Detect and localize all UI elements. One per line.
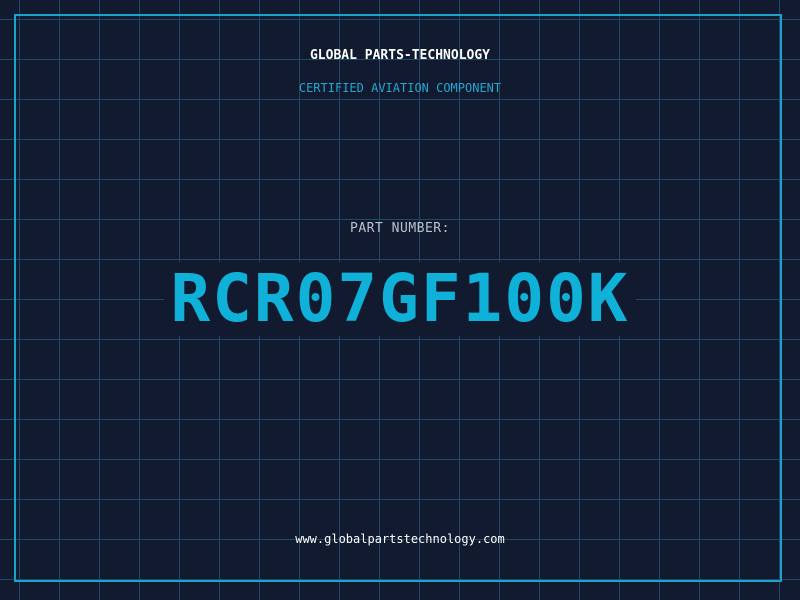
website-url: www.globalpartstechnology.com	[295, 532, 505, 546]
certificate-card: GLOBAL PARTS-TECHNOLOGY CERTIFIED AVIATI…	[0, 0, 800, 600]
part-number-label: PART NUMBER:	[350, 221, 450, 236]
brand-title: GLOBAL PARTS-TECHNOLOGY	[309, 48, 490, 63]
brand-subtitle: CERTIFIED AVIATION COMPONENT	[298, 81, 502, 95]
part-number-container: RCR07GF100K	[0, 262, 800, 336]
part-number-value: RCR07GF100K	[164, 262, 636, 336]
